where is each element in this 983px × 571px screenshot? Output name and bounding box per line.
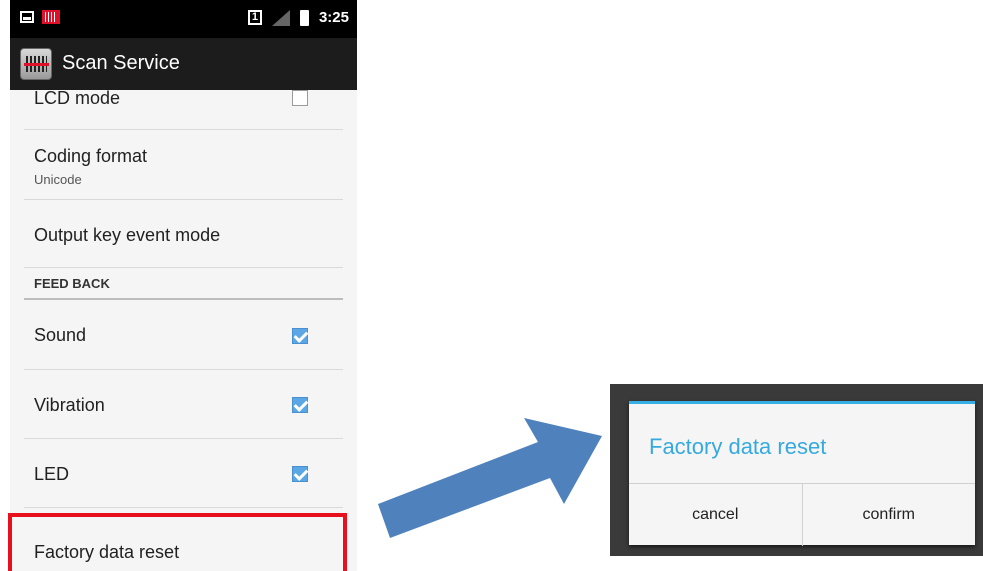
vibration-row[interactable]: Vibration	[24, 370, 343, 439]
barcode-app-icon	[20, 48, 52, 80]
app-title: Scan Service	[62, 52, 180, 74]
dialog-button-bar: cancel confirm	[629, 483, 975, 546]
lcd-mode-row[interactable]: LCD mode	[24, 88, 343, 130]
led-label: LED	[34, 464, 70, 484]
vibration-checkbox[interactable]	[292, 397, 308, 413]
output-key-event-label: Output key event mode	[34, 225, 221, 245]
factory-reset-dialog: Factory data reset cancel confirm	[629, 401, 975, 546]
highlight-box	[8, 513, 347, 571]
cancel-button[interactable]: cancel	[629, 484, 802, 546]
app-bar: Scan Service	[10, 38, 357, 90]
phone-screen: 1 3:25 Scan Service LCD mode Coding form…	[10, 0, 357, 571]
sound-label: Sound	[34, 325, 87, 345]
output-key-event-row[interactable]: Output key event mode	[24, 200, 343, 268]
sim-icon: 1	[247, 10, 262, 25]
dialog-screenshot: Factory data reset cancel confirm	[610, 384, 983, 556]
settings-list: LCD mode Coding format Unicode Output ke…	[10, 88, 357, 571]
dialog-title: Factory data reset	[649, 434, 827, 459]
pointer-arrow	[378, 418, 602, 538]
signal-icon	[271, 9, 290, 26]
feedback-section-label: FEED BACK	[34, 276, 110, 291]
status-bar: 1 3:25	[10, 0, 357, 38]
image-notification-icon	[20, 11, 34, 23]
coding-format-label: Coding format	[34, 146, 148, 166]
battery-icon	[299, 9, 309, 26]
scan-notification-icon	[42, 10, 60, 24]
feedback-section-header: FEED BACK	[24, 268, 343, 300]
confirm-button[interactable]: confirm	[801, 484, 976, 546]
coding-format-row[interactable]: Coding format Unicode	[24, 130, 343, 200]
dialog-backdrop	[610, 384, 983, 400]
led-row[interactable]: LED	[24, 439, 343, 508]
lcd-mode-checkbox[interactable]	[292, 90, 308, 106]
sound-checkbox[interactable]	[292, 328, 308, 344]
sound-row[interactable]: Sound	[24, 300, 343, 370]
lcd-mode-label: LCD mode	[34, 88, 121, 108]
clock: 3:25	[318, 9, 349, 26]
led-checkbox[interactable]	[292, 466, 308, 482]
vibration-label: Vibration	[34, 395, 105, 415]
coding-format-value: Unicode	[34, 172, 82, 187]
arrow-shape	[378, 418, 602, 538]
